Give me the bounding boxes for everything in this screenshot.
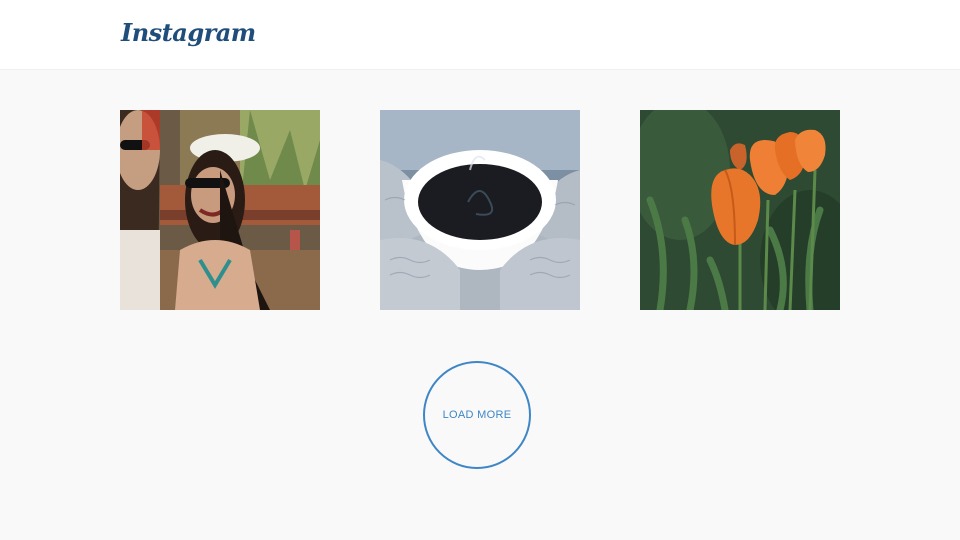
top-bar: Instagram bbox=[0, 0, 960, 70]
photo-tile-coffee[interactable] bbox=[380, 110, 580, 310]
instagram-logo[interactable]: Instagram bbox=[121, 18, 256, 47]
load-more-button[interactable]: LOAD MORE bbox=[423, 361, 531, 469]
photo-coffee-image bbox=[380, 110, 580, 310]
photo-grid bbox=[120, 110, 840, 310]
photo-tile-tulips[interactable] bbox=[640, 110, 840, 310]
photo-tulips-image bbox=[640, 110, 840, 310]
photo-tile-women[interactable] bbox=[120, 110, 320, 310]
photo-women-image bbox=[120, 110, 320, 310]
